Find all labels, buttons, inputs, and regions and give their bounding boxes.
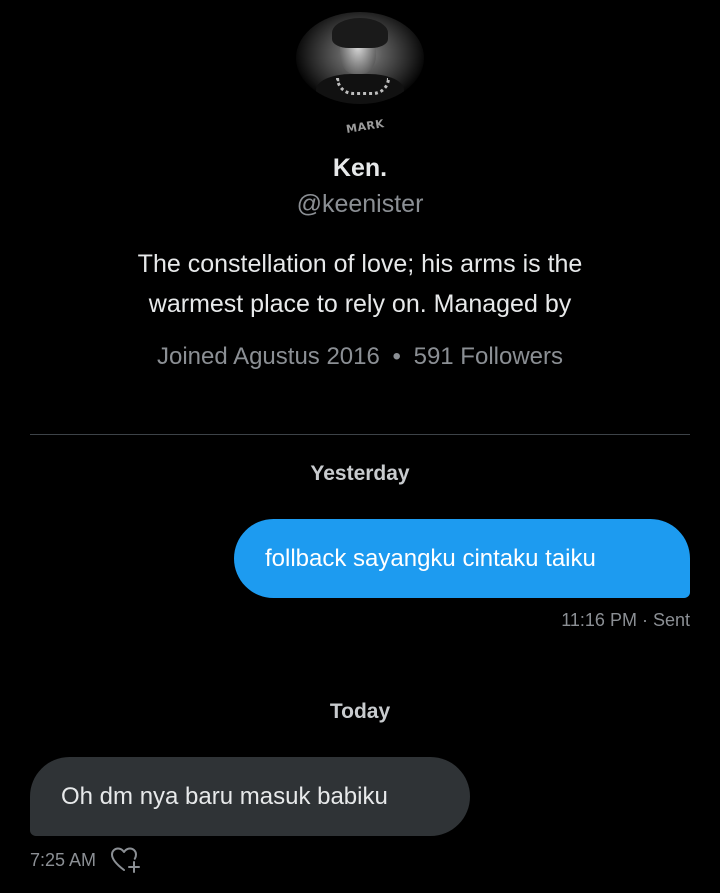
sent-message-status: Sent <box>652 610 690 630</box>
joined-date: Joined Agustus 2016 <box>157 343 380 370</box>
received-message-meta: 7:25 AM <box>30 846 142 874</box>
sent-message-text: follback sayangku cintaku taiku <box>265 545 596 572</box>
divider <box>30 434 690 435</box>
profile-meta: Joined Agustus 2016 • 591 Followers <box>0 343 720 371</box>
sent-message-bubble[interactable]: follback sayangku cintaku taiku <box>234 519 690 598</box>
meta-dot: · <box>641 610 653 630</box>
profile-name[interactable]: Ken. <box>0 154 720 183</box>
sent-message-time: 11:16 PM <box>561 610 637 630</box>
day-label-today: Today <box>329 700 391 723</box>
meta-separator: • <box>392 343 401 370</box>
sent-message-meta: 11:16 PM · Sent <box>561 610 690 631</box>
avatar-watermark: MARK <box>345 117 386 136</box>
profile-handle[interactable]: @keenister <box>0 190 720 219</box>
avatar[interactable] <box>296 12 424 104</box>
received-message-time: 7:25 AM <box>30 849 97 870</box>
heart-add-icon[interactable] <box>110 846 142 874</box>
profile-bio: The constellation of love; his arms is t… <box>137 250 583 318</box>
day-label-yesterday: Yesterday <box>310 462 410 485</box>
followers-count[interactable]: 591 Followers <box>414 343 563 370</box>
avatar-chain-shape <box>336 78 390 95</box>
avatar-hair-shape <box>332 18 388 48</box>
received-message-bubble[interactable]: Oh dm nya baru masuk babiku <box>30 757 470 836</box>
received-message-text: Oh dm nya baru masuk babiku <box>61 783 388 810</box>
